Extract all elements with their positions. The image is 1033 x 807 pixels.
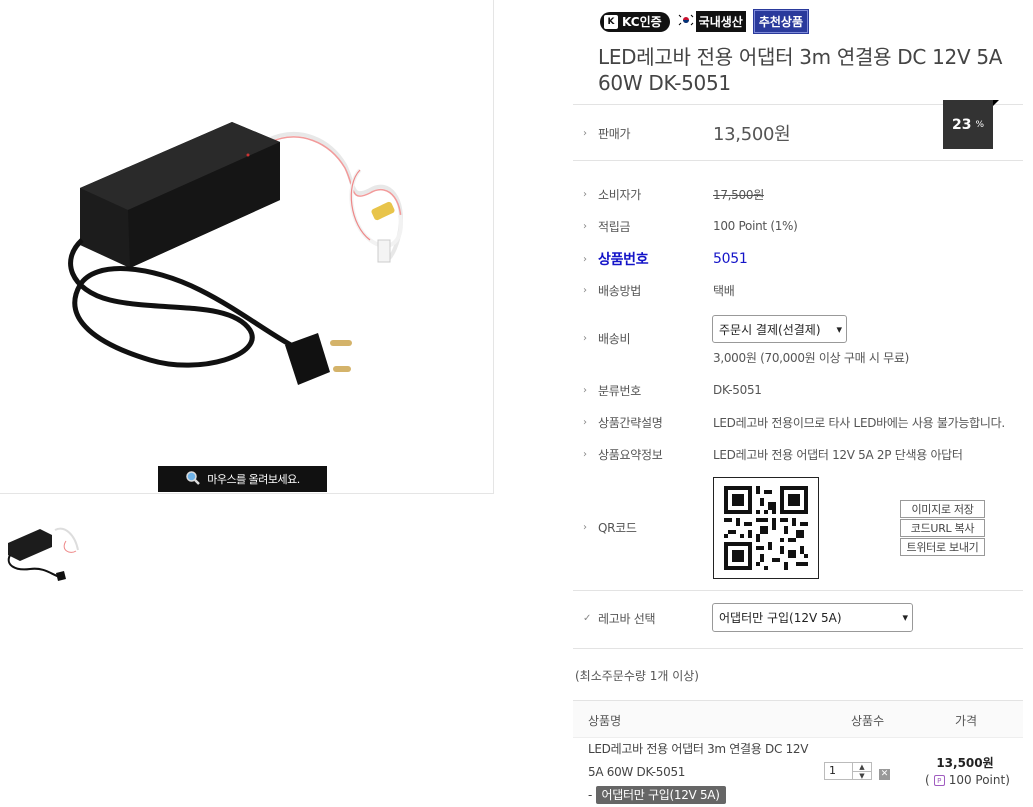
kc-certified-badge: K KC인증 [600,11,670,32]
remove-item-icon[interactable]: ✕ [879,769,890,780]
quantity-input[interactable]: 1 [825,763,852,779]
min-order-qty: (최소주문수량 1개 이상) [575,669,699,683]
summary-info: LED레고바 전용 어댑터 12V 5A 2P 단색용 아답터 [713,447,963,462]
product-number-row: › 상품번호 5051 [583,251,748,268]
col-price: 가격 [955,714,978,728]
order-table-header: 상품명 상품수 가격 [573,700,1023,738]
divider [573,648,1023,649]
category-number-row: › 분류번호 DK-5051 [583,383,762,398]
col-product-name: 상품명 [588,714,622,728]
points-row: › 적립금 100 Point (1%) [583,219,798,234]
points-value: 100 Point (1%) [713,219,798,233]
product-number: 5051 [713,251,748,267]
short-description-row: › 상품간략설명 LED레고바 전용이므로 타사 LED바에는 사용 불가능합니… [583,415,1005,430]
zoom-hint-bar: 마우스를 올려보세요. [158,466,327,492]
summary-row: › 상품요약정보 LED레고바 전용 어댑터 12V 5A 2P 단색용 아답터 [583,447,963,462]
kc-logo-icon: K [604,14,618,29]
shipping-method: 택배 [713,283,735,298]
order-item-name: LED레고바 전용 어댑터 3m 연결용 DC 12V 5A 60W DK-50… [588,738,818,807]
chevron-right-icon: › [583,448,587,460]
chevron-right-icon: › [583,332,587,344]
increase-icon[interactable]: ▲ [853,763,871,771]
chevron-right-icon: › [583,384,587,396]
chevron-right-icon: › [583,521,587,533]
recommended-badge: 추천상품 [752,9,810,34]
divider [573,160,1023,161]
chevron-right-icon: › [583,284,587,296]
chevron-right-icon: › [583,416,587,428]
made-in-korea-badge: 국내생산 [677,11,746,32]
chevron-right-icon: › [583,220,587,232]
order-item-option: - 어댑터만 구입(12V 5A) [588,784,818,807]
copy-code-url-button[interactable]: 코드URL 복사 [900,519,985,537]
order-item-points: ( P 100 Point) [925,773,1010,787]
sale-price-row: › 판매가 13,500원 [583,121,1023,145]
main-product-image[interactable]: 마우스를 올려보세요. [0,0,494,494]
category-number: DK-5051 [713,383,762,397]
quantity-stepper[interactable]: 1 ▲ ▼ [824,762,872,780]
divider [573,590,1023,591]
consumer-price: 17,500원 [713,187,764,202]
sale-price: 13,500원 [713,124,791,145]
option-select[interactable]: 어댑터만 구입(12V 5A) ▾ [712,603,913,632]
product-badges: K KC인증 국내생산 추천상품 [600,9,810,34]
chevron-right-icon: › [583,127,587,139]
shipping-fee-select[interactable]: 주문시 결제(선결제) ▾ [712,315,847,343]
qr-code [713,477,819,579]
short-description: LED레고바 전용이므로 타사 LED바에는 사용 불가능합니다. [713,415,1005,430]
product-title: LED레고바 전용 어댑터 3m 연결용 DC 12V 5A 60W DK-50… [598,45,1003,95]
share-twitter-button[interactable]: 트위터로 보내기 [900,538,985,556]
adapter-image [68,122,403,385]
checkmark-icon: ✓ [583,612,592,624]
discount-fold-corner [993,100,999,106]
consumer-price-row: › 소비자가 17,500원 [583,187,764,202]
point-icon: P [933,774,945,786]
zoom-hint-text: 마우스를 올려보세요. [207,473,300,486]
thumbnail-image[interactable] [0,505,90,585]
chevron-down-icon: ▾ [836,322,842,336]
chevron-right-icon: › [583,188,587,200]
col-quantity: 상품수 [851,714,885,728]
chevron-down-icon: ▾ [902,611,908,624]
save-as-image-button[interactable]: 이미지로 저장 [900,500,985,518]
shipping-method-row: › 배송방법 택배 [583,283,735,298]
decrease-icon[interactable]: ▼ [853,771,871,780]
order-item-price: 13,500원 [936,756,994,770]
shipping-fee-note: 3,000원 (70,000원 이상 구매 시 무료) [713,351,910,365]
chevron-right-icon: › [583,253,587,265]
korea-flag-icon [677,13,694,30]
qr-code-image [724,486,808,570]
magnifier-icon [185,470,201,489]
